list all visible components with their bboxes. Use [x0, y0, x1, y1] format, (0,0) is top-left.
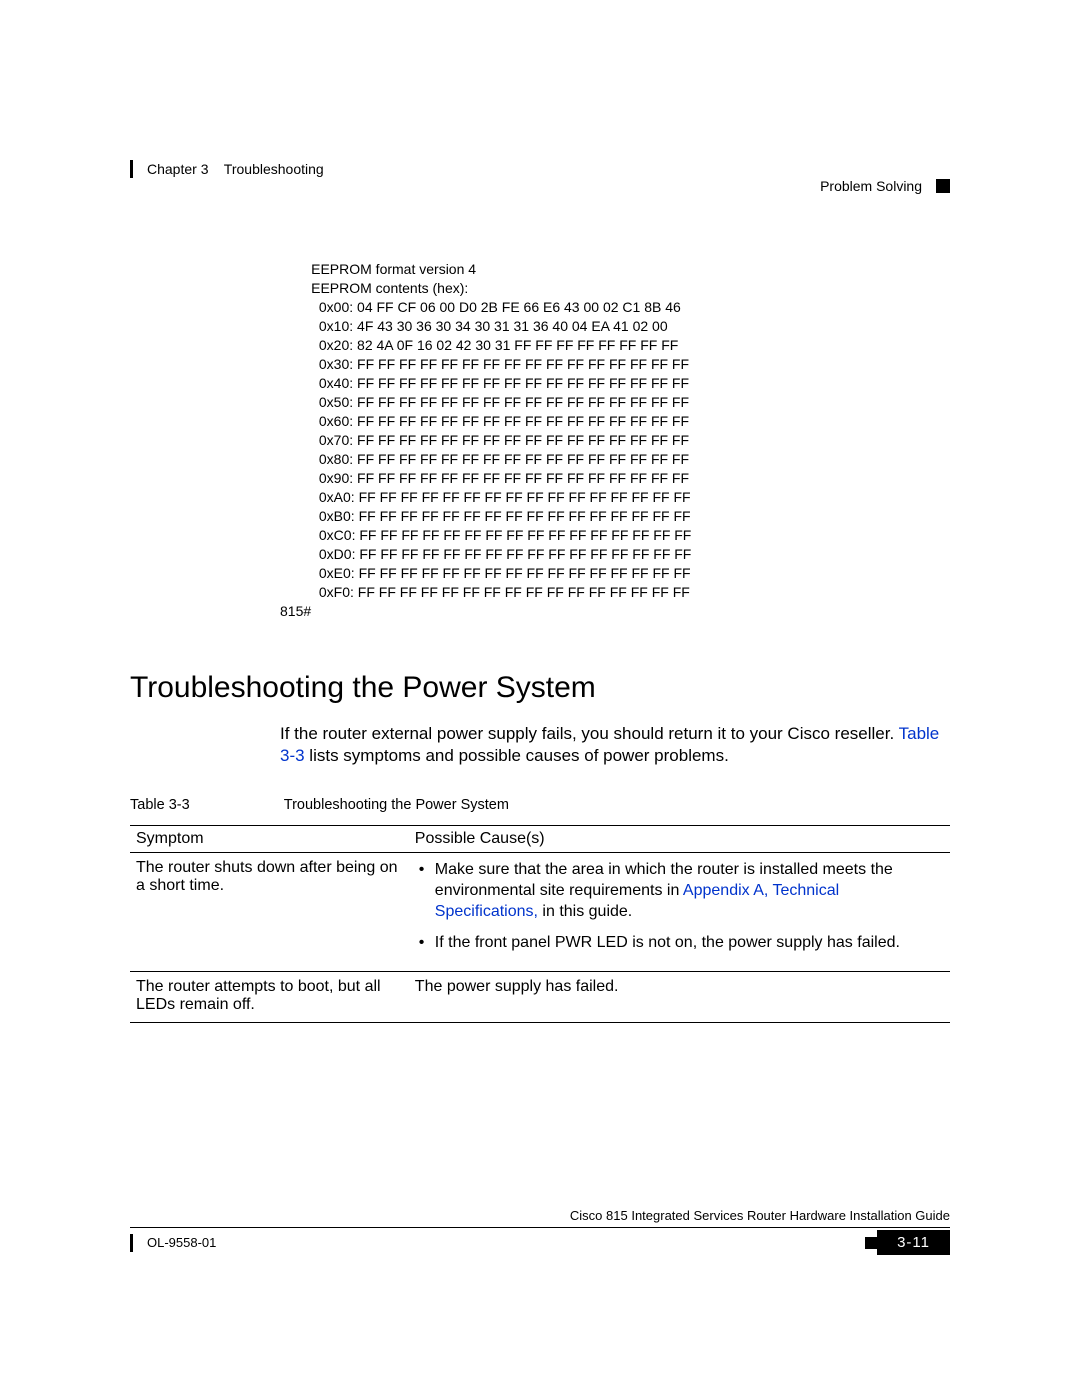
chapter-label: Chapter 3: [147, 161, 208, 177]
table-row: The router attempts to boot, but all LED…: [130, 972, 950, 1023]
table-row: The router shuts down after being on a s…: [130, 853, 950, 972]
footer-marker-icon: [865, 1237, 877, 1249]
para-suffix: lists symptoms and possible causes of po…: [305, 746, 729, 765]
chapter-title: Troubleshooting: [224, 161, 324, 177]
header-right: Problem Solving: [820, 178, 950, 194]
col-header-symptom: Symptom: [130, 826, 409, 853]
footer-guide-title: Cisco 815 Integrated Services Router Har…: [130, 1208, 950, 1227]
footer-doc-id: OL-9558-01: [130, 1234, 216, 1252]
cause-bullet: Make sure that the area in which the rou…: [415, 859, 944, 922]
cause-bullet: If the front panel PWR LED is not on, th…: [415, 932, 944, 953]
page-header: Chapter 3 Troubleshooting Problem Solvin…: [130, 160, 950, 200]
col-header-cause: Possible Cause(s): [409, 826, 950, 853]
troubleshooting-table: Symptom Possible Cause(s) The router shu…: [130, 825, 950, 1023]
symptom-cell: The router shuts down after being on a s…: [130, 853, 409, 972]
header-left: Chapter 3 Troubleshooting: [130, 160, 324, 178]
table-caption-label: Table 3-3: [130, 797, 280, 813]
cause-text: If the front panel PWR LED is not on, th…: [435, 934, 900, 951]
cause-cell: The power supply has failed.: [409, 972, 950, 1023]
cause-text-post: in this guide.: [538, 903, 632, 920]
symptom-cell: The router attempts to boot, but all LED…: [130, 972, 409, 1023]
table-caption: Table 3-3 Troubleshooting the Power Syst…: [130, 797, 950, 813]
eeprom-dump: EEPROM format version 4 EEPROM contents …: [280, 260, 950, 621]
page-footer: Cisco 815 Integrated Services Router Har…: [130, 1208, 950, 1255]
table-caption-title: Troubleshooting the Power System: [284, 797, 509, 813]
section-paragraph: If the router external power supply fail…: [280, 723, 950, 767]
page-number: 3-11: [877, 1230, 950, 1255]
para-prefix: If the router external power supply fail…: [280, 724, 899, 743]
section-heading: Troubleshooting the Power System: [130, 671, 950, 705]
cause-cell: Make sure that the area in which the rou…: [409, 853, 950, 972]
section-label: Problem Solving: [820, 178, 922, 194]
header-marker-icon: [936, 179, 950, 193]
